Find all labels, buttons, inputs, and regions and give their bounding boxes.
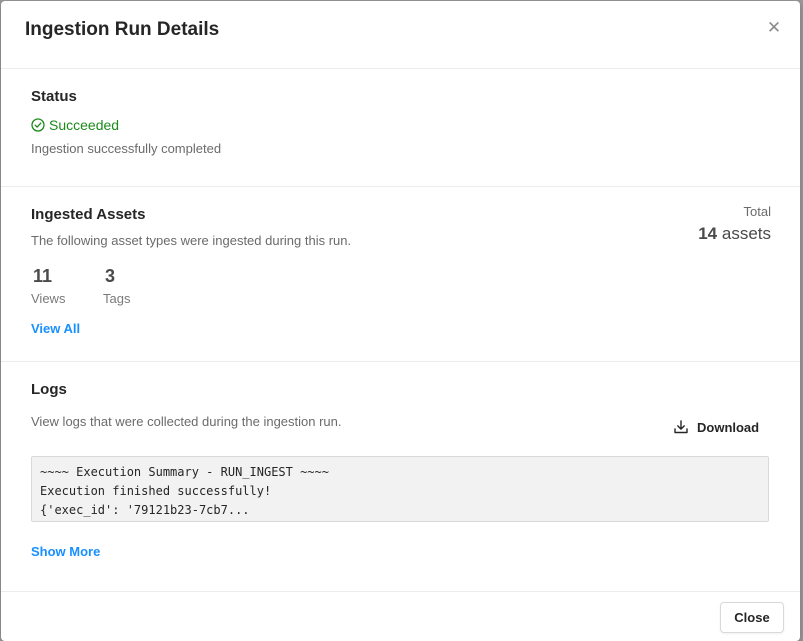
- status-value: Succeeded: [49, 117, 120, 133]
- status-section: Status Succeeded Ingestion successfully …: [1, 69, 800, 187]
- show-more-link[interactable]: Show More: [31, 544, 100, 559]
- close-button[interactable]: Close: [720, 602, 784, 633]
- ingested-assets-description: The following asset types were ingested …: [31, 233, 352, 248]
- view-all-link[interactable]: View All: [31, 321, 80, 336]
- status-heading: Status: [31, 88, 77, 105]
- status-row: Succeeded: [31, 116, 119, 134]
- modal-header: Ingestion Run Details ✕: [1, 1, 800, 69]
- asset-type-label-views: Views: [31, 291, 66, 306]
- total-value: 14 assets: [698, 224, 771, 244]
- asset-type-count-views: 11: [33, 266, 53, 286]
- ingested-assets-heading: Ingested Assets: [31, 206, 146, 223]
- asset-type-count-tags: 3: [105, 266, 116, 286]
- logs-heading: Logs: [31, 381, 67, 398]
- check-circle-icon: [31, 118, 45, 132]
- logs-section: Logs View logs that were collected durin…: [1, 362, 800, 592]
- log-output: ~~~~ Execution Summary - RUN_INGEST ~~~~…: [31, 456, 769, 522]
- close-icon[interactable]: ✕: [765, 19, 783, 37]
- logs-description: View logs that were collected during the…: [31, 414, 342, 429]
- download-button[interactable]: Download: [673, 417, 759, 437]
- total-label: Total: [743, 204, 771, 219]
- download-icon: [674, 420, 688, 434]
- ingestion-run-details-modal: Ingestion Run Details ✕ Status Succeeded…: [1, 1, 800, 641]
- ingested-assets-section: Ingested Assets The following asset type…: [1, 187, 800, 362]
- total-unit: assets: [721, 224, 771, 243]
- asset-type-label-tags: Tags: [103, 291, 131, 306]
- total-count: 14: [698, 224, 718, 243]
- status-description: Ingestion successfully completed: [31, 141, 222, 156]
- modal-title: Ingestion Run Details: [25, 19, 220, 40]
- download-label: Download: [697, 419, 760, 435]
